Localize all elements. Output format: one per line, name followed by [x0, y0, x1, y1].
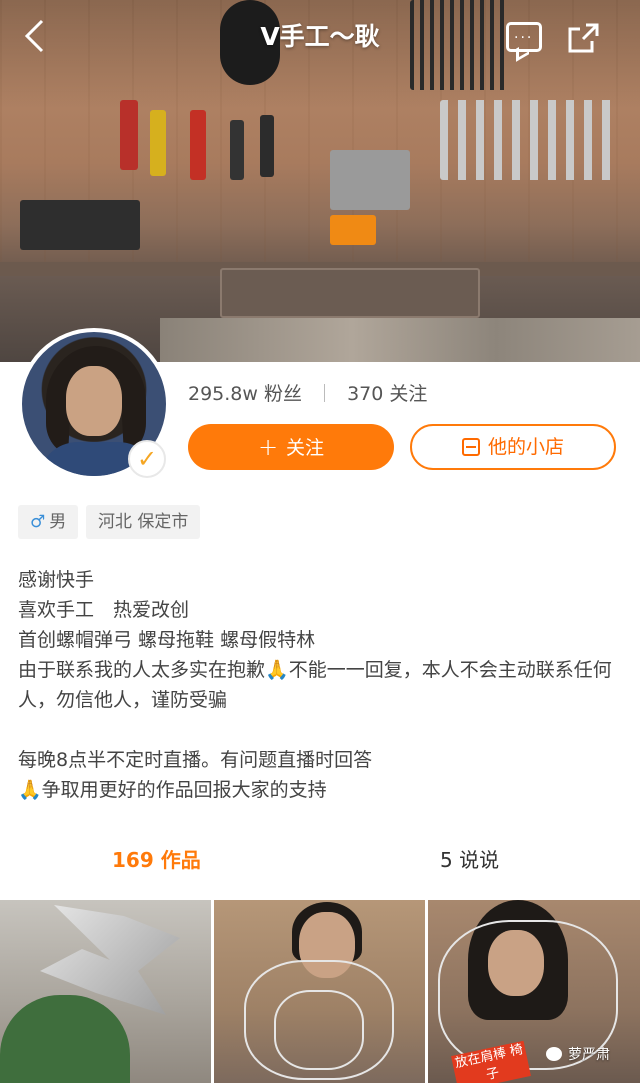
- divider: [324, 384, 326, 402]
- pliers-icon: [190, 110, 206, 180]
- followers-count[interactable]: 295.8w 粉丝: [188, 383, 302, 405]
- wrench-set-icon: [440, 100, 620, 180]
- profile-stats: 295.8w 粉丝 370 关注: [188, 380, 427, 408]
- bio-line: 首创螺帽弹弓 螺母拖鞋 螺母假特林: [18, 629, 316, 651]
- message-button[interactable]: ···: [506, 22, 542, 52]
- location-tag: 河北 保定市: [86, 505, 201, 539]
- wechat-icon: [546, 1047, 562, 1061]
- pliers-icon: [150, 110, 166, 176]
- profile-banner: V手工～耿 ···: [0, 0, 640, 362]
- toolbox-icon: [330, 215, 376, 245]
- pray-emoji-icon: 🙏: [265, 659, 289, 681]
- tab-says[interactable]: 5 说说: [440, 845, 499, 875]
- page-title: V手工～耿: [260, 22, 380, 51]
- follow-button-label: 关注: [286, 437, 325, 459]
- share-icon: [568, 23, 599, 53]
- male-icon: ♂: [30, 512, 46, 532]
- store-icon: [461, 438, 480, 456]
- drawer-icon: [220, 268, 480, 318]
- work-thumbnail[interactable]: [0, 900, 211, 1083]
- bio-spacer: [18, 715, 622, 745]
- bio-line: 感谢快手: [18, 569, 95, 591]
- follow-button[interactable]: + 关注: [188, 424, 394, 470]
- bio: 感谢快手 喜欢手工 热爱改创 首创螺帽弹弓 螺母拖鞋 螺母假特林 由于联系我的人…: [18, 565, 622, 805]
- pliers-icon: [120, 100, 138, 170]
- watermark: 萝严肃: [546, 1043, 610, 1067]
- marble-counter: [160, 318, 640, 362]
- bio-line: 每晚8点半不定时直播。有问题直播时回答: [18, 749, 373, 771]
- work-thumbnail[interactable]: [214, 900, 425, 1083]
- tab-works[interactable]: 169 作品: [112, 845, 201, 875]
- bio-line: 由于联系我的人太多实在抱歉🙏不能一一回复，本人不会主动联系任何人，勿信他人，谨防…: [18, 659, 612, 711]
- bio-line: 喜欢手工 热爱改创: [18, 599, 190, 621]
- bio-line: 🙏争取用更好的作品回报大家的支持: [18, 779, 327, 801]
- clamps-icon: [330, 150, 410, 210]
- share-button[interactable]: [566, 22, 600, 54]
- gender-tag: ♂ 男: [18, 505, 79, 539]
- chat-bubble-icon: ···: [514, 30, 534, 46]
- pliers-icon: [230, 120, 244, 180]
- shop-button[interactable]: 他的小店: [410, 424, 616, 470]
- helmet-image: [0, 995, 130, 1083]
- verified-check-icon: ✓: [128, 440, 166, 478]
- pray-emoji-icon: 🙏: [18, 779, 42, 801]
- pliers-icon: [260, 115, 274, 177]
- gender-label: 男: [49, 512, 67, 532]
- machine-icon: [20, 200, 140, 250]
- following-count[interactable]: 370 关注: [347, 383, 427, 405]
- shop-button-label: 他的小店: [487, 436, 564, 458]
- plus-icon: +: [257, 433, 279, 461]
